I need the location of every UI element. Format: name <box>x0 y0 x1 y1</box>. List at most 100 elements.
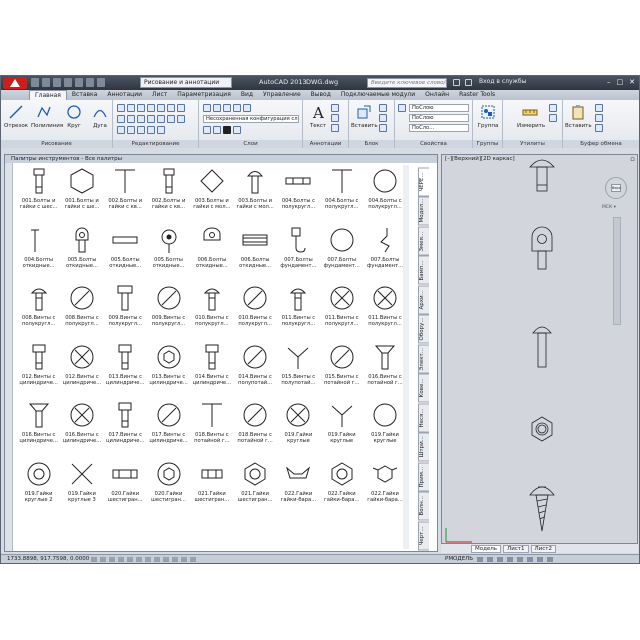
close-icon[interactable]: ✕ <box>629 78 635 86</box>
attribute-icon[interactable] <box>379 124 387 132</box>
trim-icon[interactable] <box>137 104 145 112</box>
fillet-icon[interactable] <box>137 115 145 123</box>
table-icon[interactable] <box>331 124 339 132</box>
palette-tool-item[interactable]: 008.Винты с полукругл... <box>17 284 60 343</box>
palette-tool-item[interactable]: 009.Винты с полукругл... <box>104 284 147 343</box>
transparency-icon[interactable] <box>172 557 178 562</box>
palette-tool-item[interactable]: 001.Болты и гайки с шес... <box>17 167 60 226</box>
palette-tool-item[interactable]: 013.Винты с цилиндриче... <box>147 343 190 402</box>
polyline-button[interactable]: Полилиния <box>31 103 63 129</box>
osnap-icon[interactable] <box>127 557 133 562</box>
palette-tool-item[interactable]: 022.Гайки гайки-бара... <box>363 460 406 519</box>
lock-icon[interactable] <box>527 557 533 562</box>
qp-icon[interactable] <box>181 557 187 562</box>
ducs-icon[interactable] <box>145 557 151 562</box>
open-icon[interactable] <box>42 78 50 87</box>
match-icon[interactable] <box>177 115 185 123</box>
palette-tool-item[interactable]: 016.Винты с потайной г... <box>363 343 406 402</box>
palette-tool-item[interactable]: 007.Болты фундамент... <box>363 226 406 285</box>
palette-tool-item[interactable]: 005.Болты откидные... <box>60 226 103 285</box>
viewport-controls[interactable]: [–][Верхний][2D каркас] <box>445 156 515 162</box>
dimension-icon[interactable] <box>331 104 339 112</box>
circle-button[interactable]: Круг <box>61 103 87 129</box>
palette-tool-item[interactable]: 015.Винты с полупотай... <box>277 343 320 402</box>
array-icon[interactable] <box>177 104 185 112</box>
layer-properties-icon[interactable] <box>203 104 211 112</box>
palette-tool-item[interactable]: 010.Винты с полукругл... <box>190 284 233 343</box>
dyn-icon[interactable] <box>154 557 160 562</box>
palette-tool-item[interactable]: 022.Гайки гайки-бара... <box>277 460 320 519</box>
tab-home[interactable]: Главная <box>29 90 67 100</box>
copy-clip-icon[interactable] <box>595 114 603 122</box>
tab-annotate[interactable]: Аннотации <box>102 90 147 100</box>
snap-icon[interactable] <box>91 557 97 562</box>
offset-icon[interactable] <box>167 104 175 112</box>
palette-tool-item[interactable]: 017.Винты с цилиндриче... <box>104 401 147 460</box>
palette-tool-item[interactable]: 021.Гайки шестигран... <box>233 460 276 519</box>
clean-screen-icon[interactable] <box>547 557 553 562</box>
color-swatch-icon[interactable] <box>223 126 231 134</box>
palette-tool-item[interactable]: 006.Болты откидные... <box>233 226 276 285</box>
sun-icon[interactable] <box>203 126 211 134</box>
workspace-select[interactable]: Рисование и аннотации <box>140 77 232 88</box>
navigation-bar[interactable] <box>613 217 621 325</box>
palette-tool-item[interactable]: 020.Гайки шестигран... <box>104 460 147 519</box>
lineweight-select[interactable]: ПоСло... <box>409 124 469 132</box>
palette-tool-item[interactable]: 013.Винты с цилиндриче... <box>104 343 147 402</box>
join-icon[interactable] <box>167 115 175 123</box>
palette-tool-item[interactable]: 003.Болты и гайки с мол... <box>190 167 233 226</box>
palette-tool-item[interactable]: 003.Болты и гайки с мол... <box>233 167 276 226</box>
group-button[interactable]: Группа <box>475 103 501 129</box>
undo-icon[interactable] <box>86 78 94 87</box>
select-all-icon[interactable] <box>549 114 557 122</box>
text-button[interactable]: A Текст <box>305 103 331 129</box>
plot-icon[interactable] <box>75 78 83 87</box>
leader-icon[interactable] <box>331 114 339 122</box>
palette-tab[interactable]: Кове... <box>418 374 429 403</box>
layer-match-icon[interactable] <box>233 126 241 134</box>
tab-layout[interactable]: Лист <box>147 90 172 100</box>
new-icon[interactable] <box>31 78 39 87</box>
palette-tab[interactable]: Обору... <box>418 315 429 344</box>
layer-state-select[interactable]: Несохраненная конфигурация сло <box>203 115 299 123</box>
palette-tab[interactable]: Бамп... <box>418 256 429 285</box>
palette-tool-item[interactable]: 005.Болты откидные... <box>104 226 147 285</box>
tab-manage[interactable]: Управление <box>258 90 306 100</box>
palette-tool-item[interactable]: 016.Винты с цилиндриче... <box>60 401 103 460</box>
tab-insert[interactable]: Вставка <box>67 90 102 100</box>
sc-icon[interactable] <box>190 557 196 562</box>
palette-tool-item[interactable]: 019.Гайки круглые 2 <box>17 460 60 519</box>
palette-tool-item[interactable]: 004.Болты с полукругл... <box>277 167 320 226</box>
measure-button[interactable]: Измерить <box>517 103 545 129</box>
rotate-icon[interactable] <box>127 104 135 112</box>
palette-tool-item[interactable]: 001.Болты и гайки с ше... <box>60 167 103 226</box>
break-icon[interactable] <box>157 115 165 123</box>
palette-tool-item[interactable]: 015.Винты с потайной г... <box>320 343 363 402</box>
paste-button[interactable]: Вставить <box>565 103 592 129</box>
tab-plugins[interactable]: Подключаемые модули <box>336 90 420 100</box>
minimize-icon[interactable]: – <box>607 78 611 86</box>
layer-lock-icon[interactable] <box>233 104 241 112</box>
palette-tool-item[interactable]: 021.Гайки шестигран... <box>190 460 233 519</box>
viewport-close-icon[interactable]: ▫ <box>630 155 635 163</box>
maximize-icon[interactable]: □ <box>617 78 624 86</box>
save-icon[interactable] <box>53 78 61 87</box>
grid-icon[interactable] <box>100 557 106 562</box>
workspace-icon[interactable] <box>517 557 523 562</box>
palette-tool-item[interactable]: 019.Гайки круглые <box>363 401 406 460</box>
palette-tool-item[interactable]: 020.Гайки шестигран... <box>147 460 190 519</box>
match-properties-icon[interactable] <box>398 104 406 112</box>
palette-tool-item[interactable]: 007.Болты фундамент... <box>277 226 320 285</box>
redo-icon[interactable] <box>97 78 105 87</box>
palette-tool-item[interactable]: 018.Винты с потайной г... <box>233 401 276 460</box>
otrack-icon[interactable] <box>136 557 142 562</box>
tab-output[interactable]: Вывод <box>306 90 336 100</box>
palette-tool-item[interactable]: 002.Болты и гайки с кв... <box>147 167 190 226</box>
sign-in-button[interactable]: Вход в службы <box>479 78 526 85</box>
move-icon[interactable] <box>117 104 125 112</box>
viewcube-face[interactable]: Верх <box>611 184 621 192</box>
tab-raster-tools[interactable]: Raster Tools <box>454 90 500 100</box>
palette-tab[interactable]: Черт... <box>418 521 429 550</box>
edit-icon[interactable] <box>147 126 155 134</box>
palette-tool-item[interactable]: 019.Гайки круглые 3 <box>60 460 103 519</box>
